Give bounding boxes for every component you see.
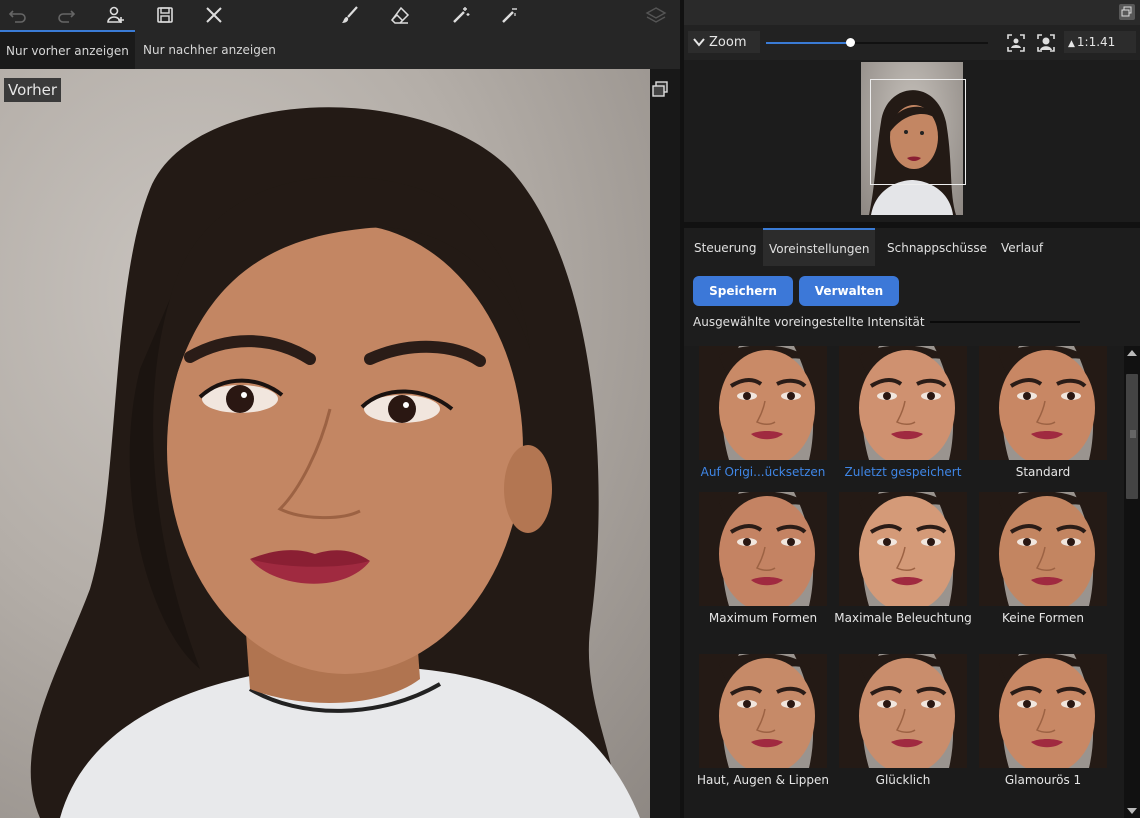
tab-voreinstellungen[interactable]: Voreinstellungen	[763, 228, 876, 266]
preset-thumbnail[interactable]	[839, 346, 967, 460]
zoom-slider[interactable]	[766, 38, 988, 47]
tab-verlauf[interactable]: Verlauf	[995, 228, 1049, 266]
preset-intensity-label: Ausgewählte voreingestellte Intensität	[693, 315, 925, 329]
restore-window-icon[interactable]	[1119, 4, 1135, 20]
eraser-icon[interactable]	[388, 3, 412, 27]
preview-side-strip	[650, 69, 680, 818]
add-person-icon[interactable]	[104, 3, 128, 27]
preset-grid: Auf Origi...ücksetzen Zuletzt gespeichert…	[684, 346, 1124, 818]
editor-pane: Nur vorher anzeigen Nur nachher anzeigen	[0, 0, 680, 818]
preset-thumbnail[interactable]	[839, 654, 967, 768]
preset-tile[interactable]: Haut, Augen & Lippen	[697, 654, 829, 787]
preset-label: Maximale Beleuchtung	[834, 611, 972, 625]
zoom-value: 1:1.41	[1076, 35, 1116, 49]
preset-tile[interactable]: Glücklich	[839, 654, 967, 787]
preset-thumbnail[interactable]	[699, 492, 827, 606]
navigator-header	[684, 0, 1140, 25]
preset-label: Glücklich	[875, 773, 931, 787]
save-preset-button[interactable]: Speichern	[693, 276, 793, 306]
navigator-viewport-box[interactable]	[870, 79, 966, 185]
magic-wand-minus-icon[interactable]	[498, 3, 522, 27]
undo-icon[interactable]	[6, 3, 30, 27]
save-icon[interactable]	[153, 3, 177, 27]
photo-preview[interactable]	[0, 69, 650, 818]
manage-presets-button[interactable]: Verwalten	[799, 276, 899, 306]
tab-show-before[interactable]: Nur vorher anzeigen	[0, 30, 135, 69]
preset-thumbnail[interactable]	[979, 346, 1107, 460]
zoom-value-field[interactable]: ▲︎ 1:1.41	[1064, 31, 1136, 53]
preset-tile[interactable]: Auf Origi...ücksetzen	[699, 346, 827, 479]
chevron-down-icon	[693, 38, 705, 47]
close-icon[interactable]	[202, 3, 226, 27]
zoom-label: Zoom	[709, 34, 747, 50]
preset-label: Glamourös 1	[1004, 773, 1082, 787]
compare-view-icon[interactable]	[651, 80, 669, 98]
tab-steuerung[interactable]: Steuerung	[688, 228, 762, 266]
preset-label: Maximum Formen	[708, 611, 818, 625]
preset-tile[interactable]: Glamourös 1	[979, 654, 1107, 787]
face-zoom-icon[interactable]	[1036, 33, 1056, 53]
before-label: Vorher	[4, 78, 62, 102]
stepper-icon[interactable]: ▲︎	[1068, 39, 1075, 49]
preset-thumbnail[interactable]	[979, 654, 1107, 768]
toolbar	[0, 0, 680, 30]
preset-label: Keine Formen	[1001, 611, 1084, 625]
tab-show-after[interactable]: Nur nachher anzeigen	[137, 30, 282, 69]
navigator-preview[interactable]	[684, 60, 1140, 222]
preset-label: Zuletzt gespeichert	[844, 465, 962, 479]
preset-scrollbar[interactable]	[1124, 346, 1140, 818]
fit-to-screen-icon[interactable]	[1006, 33, 1026, 53]
zoom-slider-knob[interactable]	[846, 38, 856, 47]
preset-tile[interactable]: Maximale Beleuchtung	[834, 492, 972, 625]
brush-icon[interactable]	[338, 3, 362, 27]
preset-thumbnail[interactable]	[699, 654, 827, 768]
scrollbar-grip	[1130, 430, 1136, 438]
preset-tile[interactable]: Maximum Formen	[699, 492, 827, 625]
preset-thumbnail[interactable]	[699, 346, 827, 460]
preset-thumbnail[interactable]	[979, 492, 1107, 606]
panel-tabs: Steuerung Voreinstellungen Schnappschüss…	[684, 228, 1140, 268]
scrollbar-thumb[interactable]	[1126, 374, 1138, 499]
scroll-up-icon[interactable]	[1127, 350, 1137, 356]
zoom-toggle[interactable]: Zoom	[688, 31, 760, 53]
view-tabs: Nur vorher anzeigen Nur nachher anzeigen	[0, 30, 680, 69]
zoom-slider-fill	[766, 42, 851, 44]
magic-wand-plus-icon[interactable]	[449, 3, 473, 27]
tab-schnappschuesse[interactable]: Schnappschüsse	[881, 228, 993, 266]
preset-tile[interactable]: Zuletzt gespeichert	[839, 346, 967, 479]
zoom-row: Zoom ▲︎ 1:1.41	[684, 25, 1140, 60]
scroll-down-icon[interactable]	[1127, 808, 1137, 814]
preset-thumbnail[interactable]	[839, 492, 967, 606]
preset-tile[interactable]: Keine Formen	[979, 492, 1107, 625]
side-panel: Zoom ▲︎ 1:1.41 Steuerung Voreinstellunge…	[684, 0, 1140, 818]
layers-icon[interactable]	[644, 3, 668, 27]
preset-label: Standard	[1015, 465, 1071, 479]
portrait-photo	[30, 107, 640, 818]
preset-intensity-slider[interactable]	[930, 321, 1080, 323]
preset-label: Auf Origi...ücksetzen	[700, 465, 826, 479]
preset-tile[interactable]: Standard	[979, 346, 1107, 479]
preset-label: Haut, Augen & Lippen	[697, 773, 829, 787]
redo-icon[interactable]	[54, 3, 78, 27]
